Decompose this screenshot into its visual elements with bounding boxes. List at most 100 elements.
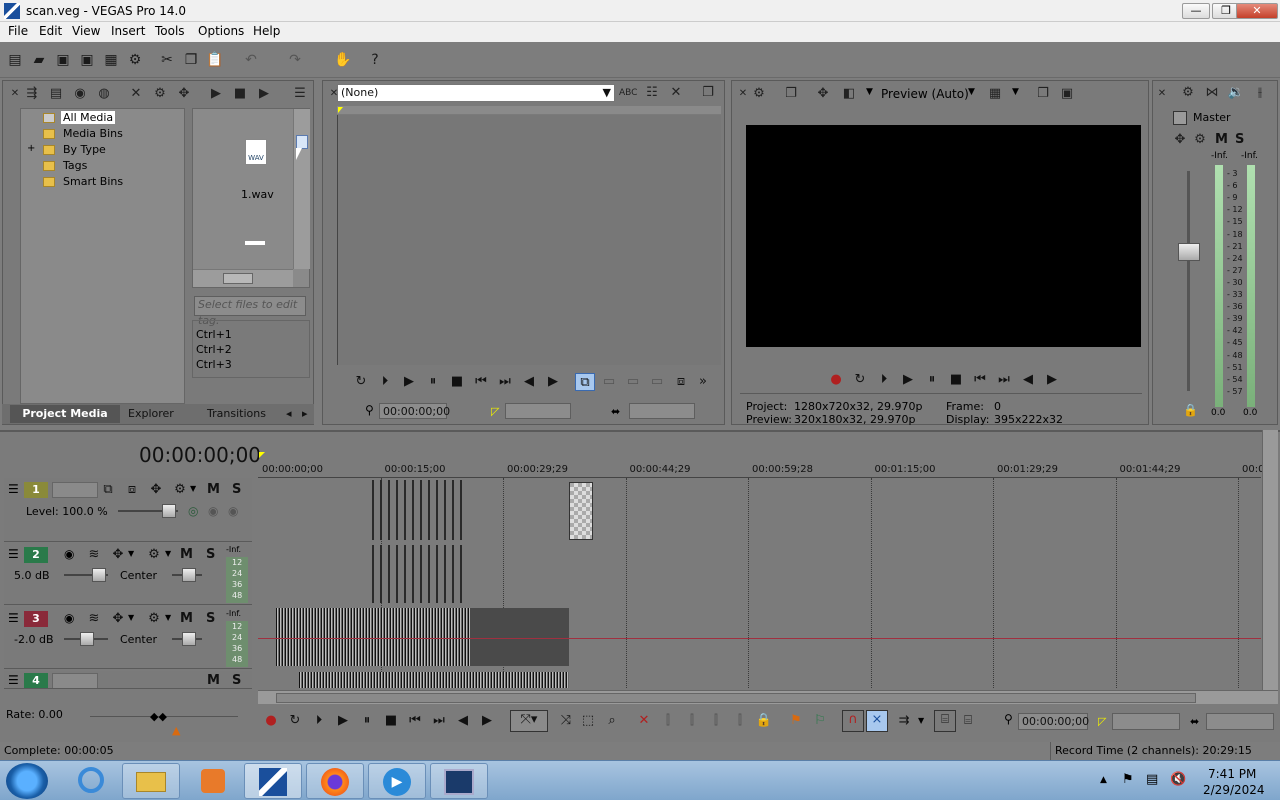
track-fx-icon[interactable]: ✥ [108, 546, 128, 564]
loop-playback-icon[interactable]: ↻ [285, 712, 305, 730]
track-4-solo-button[interactable]: S [232, 673, 241, 688]
track-fx-gear-icon[interactable]: ⚙ [144, 546, 164, 564]
internet-explorer-taskbar-icon[interactable] [62, 763, 120, 799]
h-scroll-thumb[interactable] [276, 693, 1196, 703]
minimize-button[interactable]: — [1182, 3, 1210, 19]
trim-hand-icon[interactable]: ✋ [334, 51, 352, 69]
next-frame-icon[interactable]: ▶ [543, 373, 563, 391]
trimmer-selection-length[interactable] [629, 403, 695, 419]
master-mute-button[interactable]: M [1215, 132, 1228, 147]
pause-icon[interactable]: ⏸ [922, 371, 942, 389]
quality-chevron-down-icon[interactable]: ▼ [968, 87, 975, 97]
mixer-options-icon[interactable]: ⫲ [1251, 84, 1269, 102]
shortcut-3[interactable]: Ctrl+3 [196, 358, 232, 371]
whats-this-help-icon[interactable]: ? [366, 51, 384, 69]
chevron-down-icon[interactable]: ▼ [128, 549, 134, 558]
track-1-header[interactable]: ☰ 1 ⧉ ⧈ ✥ ⚙ ▼ M S Level: 100.0 % ◎ ◉ ◉ [4, 478, 252, 542]
tree-smart-bins[interactable]: Smart Bins [63, 175, 123, 188]
track-2-solo-button[interactable]: S [206, 547, 215, 562]
go-to-end-icon[interactable]: ⏭ [495, 373, 515, 391]
menu-edit[interactable]: Edit [39, 24, 62, 38]
trimmer-clear-icon[interactable]: ✕ [667, 84, 685, 102]
delete-icon[interactable]: ✕ [634, 712, 654, 730]
mixer-properties-gear-icon[interactable]: ⚙ [1179, 84, 1197, 102]
shortcut-1[interactable]: Ctrl+1 [196, 328, 232, 341]
insert-region-icon[interactable]: ⚐ [810, 712, 830, 730]
zoom-tool-icon[interactable]: ⌕ [602, 712, 622, 730]
track-menu-icon[interactable]: ☰ [8, 547, 19, 561]
cut-icon[interactable]: ✂ [158, 51, 176, 69]
close-button[interactable]: ✕ [1236, 3, 1278, 19]
overlay-chevron-down-icon[interactable]: ▼ [1012, 87, 1019, 97]
copy-snapshot-icon[interactable]: ❐ [1034, 85, 1052, 103]
preview-properties-gear-icon[interactable]: ⚙ [750, 85, 768, 103]
lock-envelopes-icon[interactable]: ⌸ [934, 710, 956, 732]
film-editor-taskbar-icon[interactable] [430, 763, 488, 799]
pause-icon[interactable]: ⏸ [357, 712, 377, 730]
go-to-end-icon[interactable]: ⏭ [994, 371, 1014, 389]
level-slider-handle[interactable] [162, 504, 176, 518]
menu-help[interactable]: Help [253, 24, 280, 38]
stop-icon[interactable]: ■ [946, 371, 966, 389]
auto-crossfade-icon[interactable]: ⨯ [866, 710, 888, 732]
open-folder-icon[interactable]: ▰ [30, 51, 48, 69]
chevron-down-icon[interactable]: ▼ [128, 613, 134, 622]
trim-mode-icon[interactable]: ⧉ [575, 373, 595, 391]
master-fx-gear-icon[interactable]: ⚙ [1191, 131, 1209, 149]
fill-gap-icon[interactable]: ▭ [647, 373, 667, 391]
track-invert-phase-icon[interactable]: ≋ [84, 546, 104, 564]
ripple-edit-icon[interactable]: ⇉ [894, 712, 914, 730]
go-to-start-icon[interactable]: ⏮ [471, 373, 491, 391]
tree-media-bins[interactable]: Media Bins [63, 127, 123, 140]
save-icon[interactable]: ▣ [54, 51, 72, 69]
volume-slider-handle[interactable] [92, 568, 106, 582]
auto-preview-icon[interactable]: ▶ [255, 85, 273, 103]
overlays-grid-icon[interactable]: ▦ [986, 85, 1004, 103]
track-fx-gear-icon[interactable]: ⚙ [170, 481, 190, 499]
trimmer-selection-start[interactable] [505, 403, 571, 419]
timeline-vertical-scrollbar[interactable] [1262, 430, 1278, 690]
close-master-icon[interactable]: ✕ [1153, 85, 1171, 103]
play-from-start-icon[interactable]: ⏵ [375, 373, 395, 391]
play-icon[interactable]: ▶ [399, 373, 419, 391]
tab-scroll-right-icon[interactable]: ▸ [302, 407, 308, 420]
firefox-taskbar-icon[interactable] [306, 763, 364, 799]
track-invert-phase-icon[interactable]: ≋ [84, 610, 104, 628]
lock-event-icon[interactable]: 🔒 [754, 712, 774, 730]
go-to-start-icon[interactable]: ⏮ [405, 712, 425, 730]
external-monitor-icon[interactable]: ❐ [782, 85, 800, 103]
track-fx-icon[interactable]: ✥ [108, 610, 128, 628]
volume-envelope[interactable] [258, 638, 1261, 639]
start-button[interactable] [6, 763, 48, 799]
stop-media-icon[interactable]: ■ [231, 85, 249, 103]
arm-record-icon[interactable]: ◉ [64, 611, 74, 625]
h-scroll-thumb[interactable] [223, 273, 253, 284]
preview-quality-dropdown[interactable]: Preview (Auto) [881, 87, 969, 101]
redo-icon[interactable]: ↷ [286, 51, 304, 69]
tab-project-media[interactable]: Project Media [10, 405, 120, 423]
play-from-start-icon[interactable]: ⏵ [874, 371, 894, 389]
capture-icon[interactable]: ▤ [47, 85, 65, 103]
next-frame-icon[interactable]: ▶ [477, 712, 497, 730]
timeline-horizontal-scrollbar[interactable] [258, 690, 1278, 704]
add-before-icon[interactable]: ▭ [623, 373, 643, 391]
trimmer-timecode[interactable]: 00:00:00;00 [379, 403, 450, 419]
media-fx-icon[interactable]: ✥ [175, 85, 193, 103]
track-fx-icon[interactable]: ✥ [146, 481, 166, 499]
arm-record-icon[interactable]: ◉ [64, 547, 74, 561]
tab-transitions[interactable]: Transitions [207, 407, 266, 420]
properties-gear-icon[interactable]: ⚙ [126, 51, 144, 69]
composite-mode-icon[interactable]: ◎ [188, 504, 198, 518]
timeline-timecode[interactable]: 00:00:00;00 [139, 443, 261, 467]
shortcut-2[interactable]: Ctrl+2 [196, 343, 232, 356]
image-event-clip[interactable] [569, 482, 593, 540]
clock-time[interactable]: 7:41 PM [1208, 767, 1256, 781]
insert-marker-icon[interactable]: ⚑ [786, 712, 806, 730]
trim-icon[interactable]: ⫿ [658, 712, 678, 730]
master-fader-handle[interactable] [1178, 243, 1200, 261]
new-project-icon[interactable]: ▤ [6, 51, 24, 69]
copy-icon[interactable]: ❐ [182, 51, 200, 69]
get-media-icon[interactable]: ◉ [71, 85, 89, 103]
expand-icon[interactable]: + [27, 143, 35, 154]
wav-file-icon[interactable]: WAV [245, 139, 267, 165]
